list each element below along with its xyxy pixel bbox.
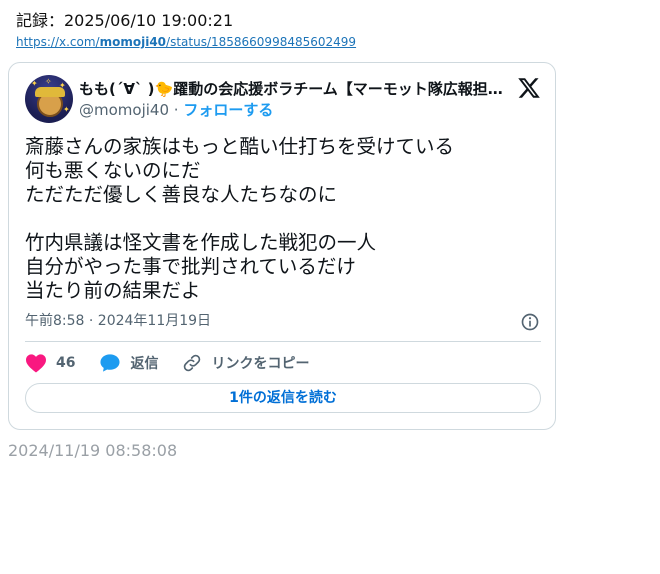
link-user: momoji40 <box>99 35 167 49</box>
tweet-source-link[interactable]: https://x.com/momoji40/status/1858660998… <box>16 35 356 49</box>
copy-link-label: リンクをコピー <box>211 356 310 372</box>
handle-row: @momoji40 · フォローする <box>79 100 273 120</box>
heart-icon <box>26 354 46 373</box>
follow-button[interactable]: フォローする <box>183 101 273 119</box>
like-count: 46 <box>56 355 76 371</box>
link-prefix: https://x.com/ <box>16 35 100 49</box>
like-button[interactable]: 46 <box>25 353 75 373</box>
action-bar: 46 返信 リンクをコピー <box>25 352 333 374</box>
x-logo-icon[interactable] <box>517 76 541 100</box>
avatar[interactable]: ✦ ✦ ✧ ✦ <box>25 75 73 123</box>
capture-time: 2024/11/19 08:58:08 <box>8 441 178 460</box>
read-replies-button[interactable]: 1件の返信を読む <box>25 383 541 413</box>
link-suffix: /status/1858660998485602499 <box>166 35 357 49</box>
tweet-card: ✦ ✦ ✧ ✦ もも(ˊ∀ˋ )🐤躍動の会応援ボラチーム【マーモット隊広報担当】… <box>8 62 556 430</box>
info-icon[interactable] <box>520 312 540 332</box>
reply-bubble-icon <box>100 354 121 372</box>
tweet-text: 斎藤さんの家族はもっと酷い仕打ちを受けている 何も悪くないのにだ ただただ優しく… <box>25 135 455 302</box>
record-timestamp: 記録：2025/06/10 19:00:21 <box>16 11 234 30</box>
reply-button[interactable]: 返信 <box>99 353 158 373</box>
link-icon <box>184 354 201 372</box>
copy-link-button[interactable]: リンクをコピー <box>182 353 309 373</box>
handle-separator: · <box>173 101 179 119</box>
divider <box>25 341 541 342</box>
display-name[interactable]: もも(ˊ∀ˋ )🐤躍動の会応援ボラチーム【マーモット隊広報担当】 <box>79 79 507 99</box>
tweet-timestamp[interactable]: 午前8:58 · 2024年11月19日 <box>25 312 211 330</box>
user-handle[interactable]: @momoji40 <box>79 101 169 119</box>
reply-label: 返信 <box>130 356 159 372</box>
